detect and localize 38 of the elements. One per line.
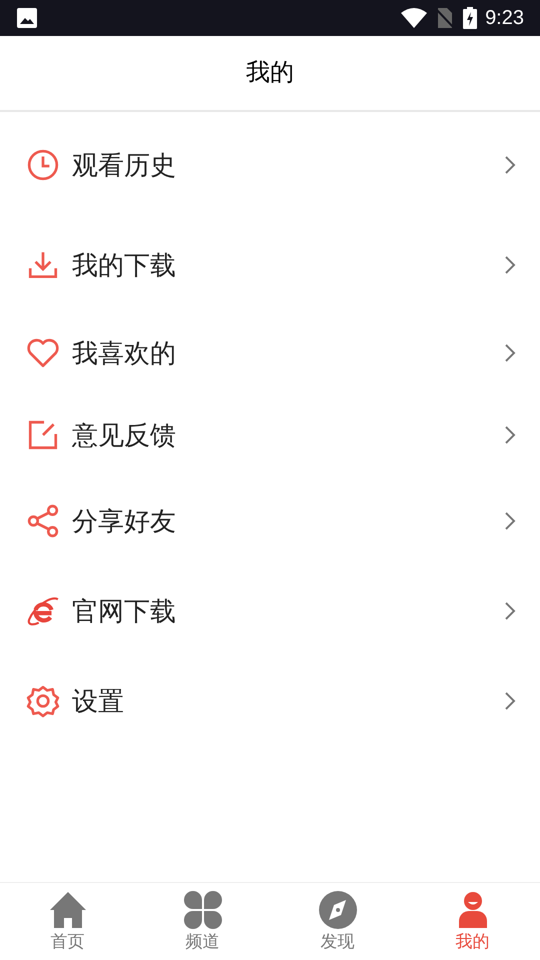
menu-label: 设置 [72, 684, 125, 718]
image-icon [16, 7, 38, 29]
chevron-right-icon [504, 343, 516, 363]
nav-tab[interactable]: 首页 [0, 883, 135, 960]
home-icon [48, 890, 88, 930]
chevron-right-icon [504, 155, 516, 175]
menu-item[interactable]: 分享好友 [0, 476, 540, 566]
heart-icon [26, 336, 60, 370]
menu-item[interactable]: 设置 [0, 656, 540, 746]
menu-item[interactable]: 观看历史 [0, 112, 540, 218]
nav-tab[interactable]: 频道 [135, 883, 270, 960]
chevron-right-icon [504, 425, 516, 445]
compass-icon [318, 890, 358, 930]
chevron-right-icon [504, 255, 516, 275]
clock-time: 9:23 [485, 6, 524, 31]
chevron-right-icon [504, 691, 516, 711]
chevron-right-icon [504, 601, 516, 621]
edit-icon [26, 418, 60, 452]
menu-label: 我喜欢的 [72, 336, 177, 370]
menu-label: 官网下载 [72, 594, 177, 628]
menu-label: 观看历史 [72, 148, 177, 182]
battery-charging-icon [463, 7, 478, 29]
nav-tab[interactable]: 我的 [405, 883, 540, 960]
wifi-icon [401, 8, 428, 28]
menu-item[interactable]: 我的下载 [0, 218, 540, 312]
clock-icon [26, 148, 60, 182]
chevron-right-icon [504, 511, 516, 531]
gear-icon [26, 684, 60, 718]
menu-label: 分享好友 [72, 504, 177, 538]
clover-icon [182, 890, 222, 930]
nav-tab[interactable]: 发现 [270, 883, 405, 960]
share-icon [26, 504, 60, 538]
menu-item[interactable]: 我喜欢的 [0, 312, 540, 394]
menu-label: 意见反馈 [72, 418, 177, 452]
menu-item[interactable]: 官网下载 [0, 566, 540, 656]
page-title: 我的 [246, 58, 294, 88]
menu-label: 我的下载 [72, 248, 177, 282]
menu-item[interactable]: 意见反馈 [0, 394, 540, 476]
